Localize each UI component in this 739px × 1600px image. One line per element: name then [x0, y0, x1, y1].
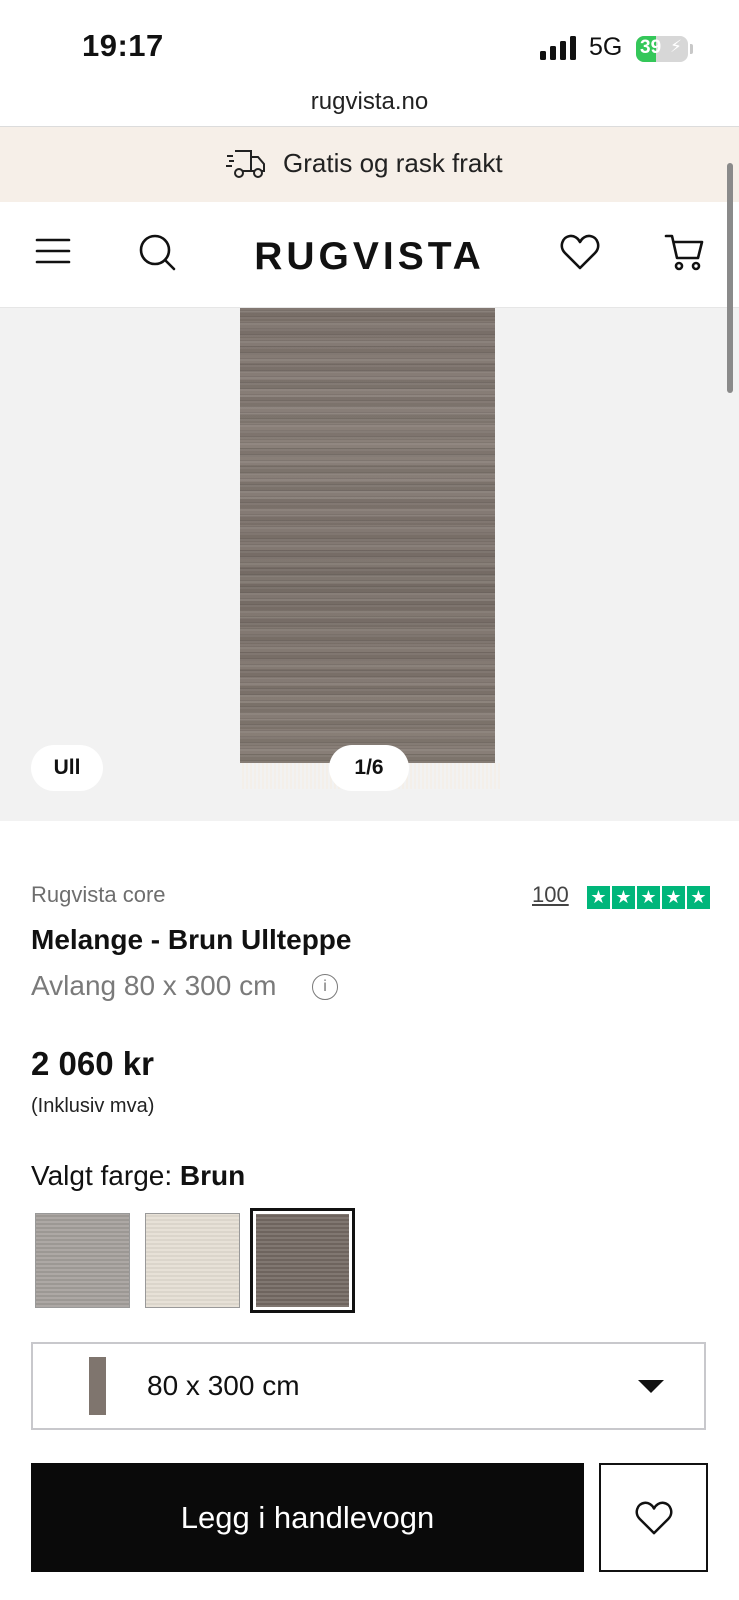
signal-icon [540, 36, 576, 60]
review-count-link[interactable]: 100 [532, 882, 569, 908]
scrollbar[interactable] [727, 163, 733, 393]
rating-star-icon: ★ [662, 886, 685, 909]
rating-star-icon: ★ [637, 886, 660, 909]
network-label: 5G [589, 33, 623, 61]
color-label: Valgt farge: [31, 1160, 173, 1191]
wishlist-heart-icon[interactable] [560, 233, 600, 271]
battery-tip [690, 44, 693, 54]
size-thumbnail [89, 1357, 106, 1415]
charging-bolt-icon: ⚡ [670, 37, 682, 56]
rating-star-icon: ★ [587, 886, 610, 909]
site-header: RUGVISTA [0, 202, 739, 308]
color-swatch-grey[interactable] [35, 1213, 130, 1308]
color-value: Brun [179, 1160, 246, 1191]
image-counter: 1/6 [329, 745, 409, 791]
heart-icon [635, 1501, 672, 1534]
battery-level: 39 [640, 37, 662, 58]
site-logo[interactable]: RUGVISTA [0, 235, 739, 279]
url-bar[interactable]: rugvista.no [0, 88, 739, 116]
promo-text: Gratis og rask frakt [283, 147, 503, 178]
product-price: 2 060 kr [31, 1045, 154, 1082]
color-swatch-beige[interactable] [145, 1213, 240, 1308]
color-swatch-brown[interactable] [250, 1208, 355, 1313]
product-image[interactable] [240, 308, 495, 763]
product-title: Melange - Brun Ullteppe [31, 924, 352, 955]
selected-color: Valgt farge: Brun [31, 1160, 245, 1192]
delivery-truck-icon [226, 150, 265, 178]
product-gallery[interactable]: Ull 1/6 [0, 308, 739, 821]
product-brand[interactable]: Rugvista core [31, 882, 166, 908]
add-to-wishlist-button[interactable] [599, 1463, 708, 1572]
promo-banner: Gratis og rask frakt [0, 127, 739, 202]
material-badge: Ull [31, 745, 103, 791]
status-time: 19:17 [82, 28, 164, 63]
trustpilot-rating[interactable]: ★ ★ ★ ★ ★ [587, 886, 710, 909]
vat-note: (Inklusiv mva) [31, 1095, 155, 1117]
rating-star-icon: ★ [687, 886, 710, 909]
add-to-cart-button[interactable]: Legg i handlevogn [31, 1463, 584, 1572]
dropdown-caret-icon [638, 1380, 664, 1393]
size-select-value: 80 x 300 cm [147, 1370, 300, 1401]
size-select[interactable]: 80 x 300 cm [31, 1342, 706, 1430]
rating-star-icon: ★ [612, 886, 635, 909]
battery-icon: 39 ⚡ [636, 36, 688, 62]
cart-icon[interactable] [664, 232, 706, 272]
product-size: Avlang 80 x 300 cm [31, 970, 277, 1001]
info-icon[interactable]: i [312, 974, 338, 1000]
